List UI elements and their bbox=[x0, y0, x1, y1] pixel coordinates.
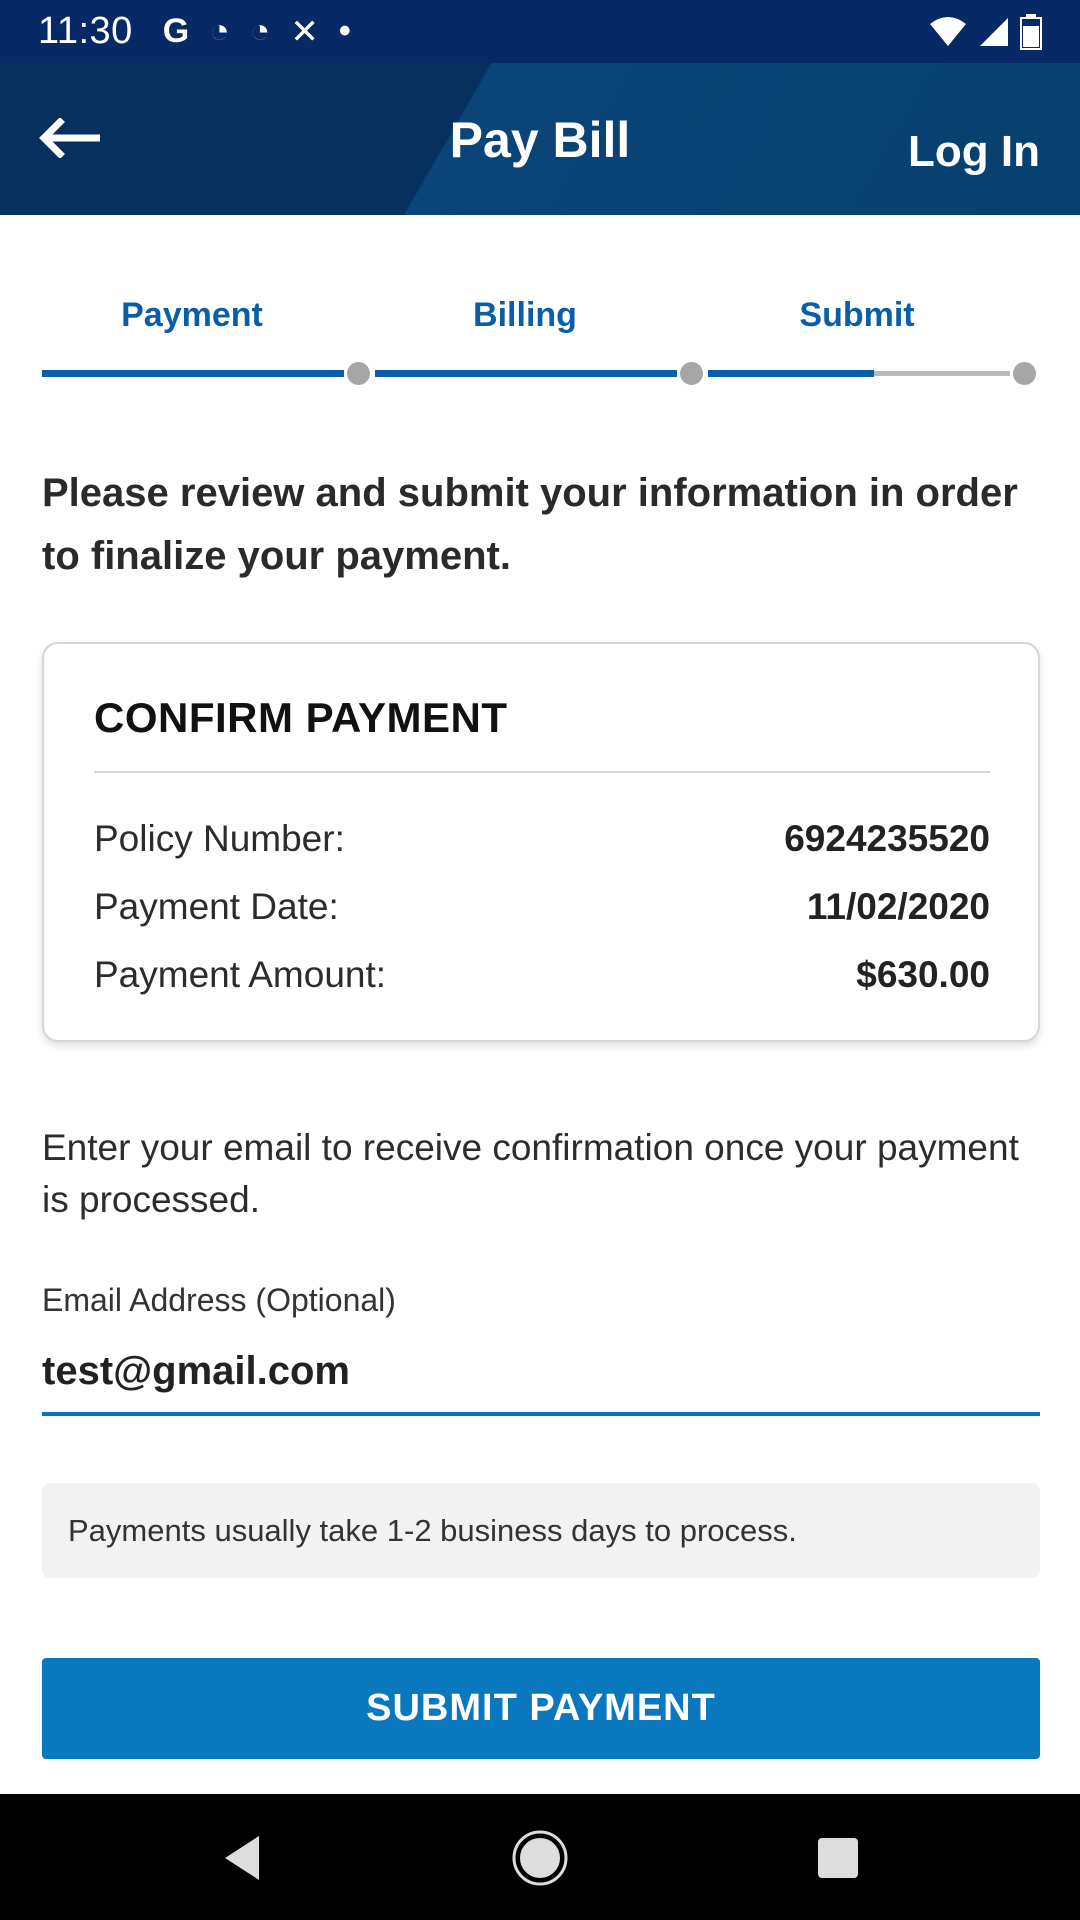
submit-payment-button[interactable]: SUBMIT PAYMENT bbox=[42, 1658, 1040, 1759]
google-icon: G bbox=[162, 12, 190, 50]
wifi-icon bbox=[930, 16, 966, 46]
card-title: CONFIRM PAYMENT bbox=[94, 694, 508, 741]
intro-text: Please review and submit your informatio… bbox=[42, 471, 1018, 578]
email-label: Email Address (Optional) bbox=[42, 1282, 396, 1318]
step-line-payment bbox=[42, 370, 344, 377]
notification-icons: G ◔ ◔ ✕ • bbox=[163, 12, 351, 52]
step-dot-submit bbox=[1013, 362, 1036, 385]
payment-date-label: Payment Date: bbox=[94, 886, 339, 927]
card-divider bbox=[94, 771, 990, 773]
payment-amount-label: Payment Amount: bbox=[94, 954, 387, 995]
tab-billing[interactable]: Billing bbox=[385, 296, 665, 335]
cast-icon: ◔ bbox=[209, 12, 230, 50]
app-header: Pay Bill Log In bbox=[0, 63, 1080, 215]
pay-bill-screen: 11:30 G ◔ ◔ ✕ • Pay Bill Log In Payment … bbox=[0, 0, 1080, 1920]
confirm-payment-card: CONFIRM PAYMENT Policy Number: 692423552… bbox=[42, 642, 1040, 1042]
payment-date-value: 11/02/2020 bbox=[806, 886, 990, 927]
policy-number-value: 6924235520 bbox=[784, 818, 990, 859]
system-nav-bar bbox=[0, 1794, 1080, 1920]
missed-call-icon: ✕ bbox=[290, 12, 319, 51]
status-bar: 11:30 G ◔ ◔ ✕ • bbox=[0, 0, 1080, 63]
tab-submit[interactable]: Submit bbox=[717, 296, 997, 335]
nav-recents-button[interactable] bbox=[808, 1828, 868, 1888]
tab-payment[interactable]: Payment bbox=[52, 296, 332, 335]
status-time: 11:30 bbox=[38, 10, 133, 52]
nav-home-button[interactable] bbox=[510, 1828, 570, 1888]
step-line-billing bbox=[375, 370, 677, 377]
step-dot-billing bbox=[680, 362, 703, 385]
signal-icon bbox=[980, 17, 1008, 46]
dot-icon: • bbox=[338, 12, 351, 50]
email-field[interactable] bbox=[42, 1330, 1040, 1416]
step-line-submit-progress bbox=[708, 370, 874, 377]
step-dot-payment bbox=[347, 362, 370, 385]
battery-icon bbox=[1020, 13, 1042, 50]
email-hint: Enter your email to receive confirmation… bbox=[42, 1127, 1019, 1220]
home-circle-icon bbox=[512, 1830, 568, 1886]
payment-amount-value: $630.00 bbox=[856, 954, 990, 995]
payment-date-row: Payment Date: 11/02/2020 bbox=[94, 882, 990, 932]
payment-amount-row: Payment Amount: $630.00 bbox=[94, 950, 990, 1000]
recents-square-icon bbox=[818, 1838, 858, 1878]
policy-number-label: Policy Number: bbox=[94, 818, 345, 859]
step-progress: Payment Billing Submit bbox=[42, 290, 1038, 390]
system-icons bbox=[928, 13, 1042, 50]
login-button[interactable]: Log In bbox=[908, 127, 1040, 177]
cast-icon: ◔ bbox=[249, 12, 271, 50]
processing-note: Payments usually take 1-2 business days … bbox=[42, 1483, 1040, 1578]
back-triangle-icon bbox=[225, 1836, 259, 1880]
nav-back-button[interactable] bbox=[215, 1828, 275, 1888]
policy-number-row: Policy Number: 6924235520 bbox=[94, 814, 990, 864]
